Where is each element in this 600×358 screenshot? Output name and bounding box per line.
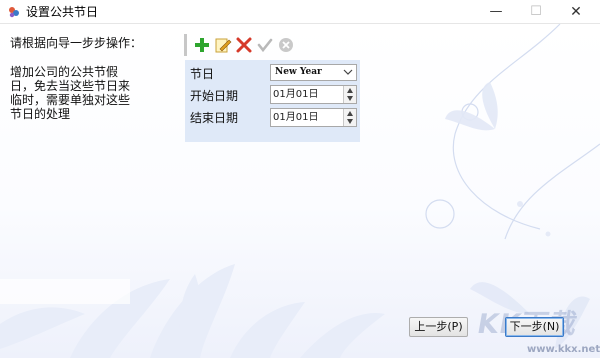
holiday-select-value: New Year (275, 67, 322, 77)
chevron-down-icon (343, 69, 353, 75)
edit-icon[interactable] (214, 36, 232, 54)
spin-down-icon[interactable] (347, 96, 353, 101)
holiday-label: 节日 (190, 67, 215, 81)
minimize-button[interactable]: — (476, 0, 516, 24)
holiday-select[interactable]: New Year (270, 64, 357, 81)
holiday-form: 节日 New Year 开始日期 01月01日 结束日期 01月01日 (185, 60, 360, 142)
delete-icon[interactable] (235, 36, 253, 54)
start-date-spinner[interactable] (343, 86, 356, 103)
end-date-field[interactable]: 01月01日 (270, 108, 357, 127)
end-date-value: 01月01日 (273, 112, 319, 123)
previous-button[interactable]: 上一步(P) (409, 317, 468, 337)
watermark-url: www.kkx.net (527, 344, 600, 355)
next-button[interactable]: 下一步(N) (505, 317, 564, 337)
close-button[interactable]: ✕ (556, 0, 596, 24)
record-toolbar (184, 34, 297, 56)
title-bar: 设置公共节日 — ☐ ✕ (0, 0, 600, 24)
wizard-content: 请根据向导一步步操作： 增加公司的公共节假日，免去当这些节日来临时，需要单独对这… (0, 24, 600, 358)
window-title: 设置公共节日 (26, 5, 99, 19)
start-date-field[interactable]: 01月01日 (270, 85, 357, 104)
spin-down-icon[interactable] (347, 119, 353, 124)
app-icon (9, 7, 19, 18)
cancel-icon (279, 38, 293, 52)
start-date-value: 01月01日 (273, 89, 319, 100)
end-date-label: 结束日期 (190, 111, 239, 125)
maximize-button[interactable]: ☐ (516, 0, 556, 24)
add-icon[interactable] (193, 36, 211, 54)
spin-up-icon[interactable] (347, 111, 353, 116)
end-date-spinner[interactable] (343, 109, 356, 126)
spin-up-icon[interactable] (347, 88, 353, 93)
instruction-text: 增加公司的公共节假日，免去当这些节日来临时，需要单独对这些节日的处理 (10, 65, 131, 121)
start-date-label: 开始日期 (190, 89, 239, 103)
confirm-icon (257, 38, 273, 53)
instruction-heading: 请根据向导一步步操作： (10, 36, 143, 50)
